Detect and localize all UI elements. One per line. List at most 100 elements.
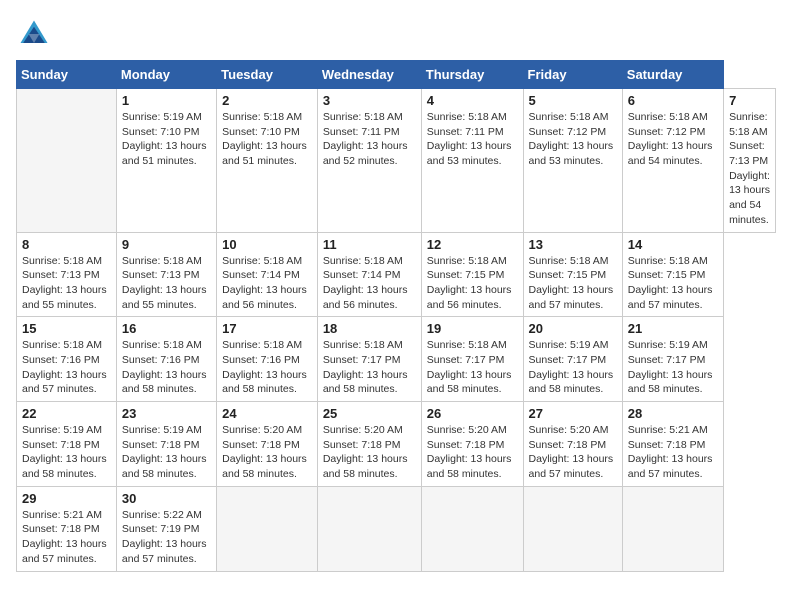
day-info: Sunrise: 5:19 AMSunset: 7:17 PMDaylight:…: [529, 338, 617, 397]
day-number: 27: [529, 406, 617, 421]
day-number: 13: [529, 237, 617, 252]
calendar-cell: 21 Sunrise: 5:19 AMSunset: 7:17 PMDayligh…: [622, 317, 723, 402]
day-number: 15: [22, 321, 111, 336]
day-info: Sunrise: 5:19 AMSunset: 7:10 PMDaylight:…: [122, 110, 211, 169]
day-number: 30: [122, 491, 211, 506]
calendar-cell: 17Sunrise: 5:18 AMSunset: 7:16 PMDayligh…: [217, 317, 318, 402]
day-number: 10: [222, 237, 312, 252]
day-number: 18: [323, 321, 416, 336]
calendar-table: SundayMondayTuesdayWednesdayThursdayFrid…: [16, 60, 776, 572]
day-of-week-header: Monday: [116, 61, 216, 89]
day-number: 20: [529, 321, 617, 336]
day-info: Sunrise: 5:19 AMSunset: 7:18 PMDaylight:…: [122, 423, 211, 482]
day-number: 17: [222, 321, 312, 336]
calendar-cell: [17, 89, 117, 233]
calendar-cell: [317, 486, 421, 571]
calendar-cell: 28 Sunrise: 5:21 AMSunset: 7:18 PMDayligh…: [622, 402, 723, 487]
day-info: Sunrise: 5:20 AMSunset: 7:18 PMDaylight:…: [323, 423, 416, 482]
day-number: 4: [427, 93, 518, 108]
day-number: 28: [628, 406, 718, 421]
calendar-cell: 8 Sunrise: 5:18 AMSunset: 7:13 PMDaylight…: [17, 232, 117, 317]
calendar-cell: 24Sunrise: 5:20 AMSunset: 7:18 PMDayligh…: [217, 402, 318, 487]
day-number: 7: [729, 93, 770, 108]
day-info: Sunrise: 5:18 AMSunset: 7:16 PMDaylight:…: [22, 338, 111, 397]
day-number: 19: [427, 321, 518, 336]
calendar-cell: 4 Sunrise: 5:18 AMSunset: 7:11 PMDaylight…: [421, 89, 523, 233]
day-info: Sunrise: 5:18 AMSunset: 7:11 PMDaylight:…: [427, 110, 518, 169]
day-number: 23: [122, 406, 211, 421]
calendar-cell: [523, 486, 622, 571]
day-info: Sunrise: 5:18 AMSunset: 7:13 PMDaylight:…: [122, 254, 211, 313]
calendar-cell: 9Sunrise: 5:18 AMSunset: 7:13 PMDaylight…: [116, 232, 216, 317]
calendar-cell: 19 Sunrise: 5:18 AMSunset: 7:17 PMDayligh…: [421, 317, 523, 402]
day-number: 12: [427, 237, 518, 252]
day-of-week-header: Saturday: [622, 61, 723, 89]
day-number: 2: [222, 93, 312, 108]
logo: [16, 16, 58, 52]
calendar-cell: [421, 486, 523, 571]
day-info: Sunrise: 5:21 AMSunset: 7:18 PMDaylight:…: [628, 423, 718, 482]
day-info: Sunrise: 5:19 AMSunset: 7:17 PMDaylight:…: [628, 338, 718, 397]
calendar-cell: 3 Sunrise: 5:18 AMSunset: 7:11 PMDaylight…: [317, 89, 421, 233]
day-of-week-header: Friday: [523, 61, 622, 89]
day-number: 29: [22, 491, 111, 506]
calendar-cell: 15 Sunrise: 5:18 AMSunset: 7:16 PMDayligh…: [17, 317, 117, 402]
calendar-cell: 2 Sunrise: 5:18 AMSunset: 7:10 PMDaylight…: [217, 89, 318, 233]
day-of-week-header: Sunday: [17, 61, 117, 89]
calendar-week-row: 29Sunrise: 5:21 AMSunset: 7:18 PMDayligh…: [17, 486, 776, 571]
calendar-cell: 18Sunrise: 5:18 AMSunset: 7:17 PMDayligh…: [317, 317, 421, 402]
day-info: Sunrise: 5:18 AMSunset: 7:12 PMDaylight:…: [529, 110, 617, 169]
day-number: 8: [22, 237, 111, 252]
calendar-cell: 30 Sunrise: 5:22 AMSunset: 7:19 PMDayligh…: [116, 486, 216, 571]
day-info: Sunrise: 5:20 AMSunset: 7:18 PMDaylight:…: [427, 423, 518, 482]
day-info: Sunrise: 5:18 AMSunset: 7:14 PMDaylight:…: [222, 254, 312, 313]
day-number: 11: [323, 237, 416, 252]
day-info: Sunrise: 5:18 AMSunset: 7:15 PMDaylight:…: [427, 254, 518, 313]
calendar-week-row: 22 Sunrise: 5:19 AMSunset: 7:18 PMDayligh…: [17, 402, 776, 487]
calendar-cell: 16Sunrise: 5:18 AMSunset: 7:16 PMDayligh…: [116, 317, 216, 402]
calendar-week-row: 15 Sunrise: 5:18 AMSunset: 7:16 PMDayligh…: [17, 317, 776, 402]
day-of-week-header: Thursday: [421, 61, 523, 89]
calendar-cell: 20 Sunrise: 5:19 AMSunset: 7:17 PMDayligh…: [523, 317, 622, 402]
day-info: Sunrise: 5:18 AMSunset: 7:10 PMDaylight:…: [222, 110, 312, 169]
day-info: Sunrise: 5:19 AMSunset: 7:18 PMDaylight:…: [22, 423, 111, 482]
logo-icon: [16, 16, 52, 52]
day-number: 16: [122, 321, 211, 336]
calendar-cell: 12 Sunrise: 5:18 AMSunset: 7:15 PMDayligh…: [421, 232, 523, 317]
day-number: 5: [529, 93, 617, 108]
day-info: Sunrise: 5:18 AMSunset: 7:15 PMDaylight:…: [628, 254, 718, 313]
day-of-week-header: Tuesday: [217, 61, 318, 89]
calendar-cell: 29Sunrise: 5:21 AMSunset: 7:18 PMDayligh…: [17, 486, 117, 571]
day-number: 26: [427, 406, 518, 421]
day-number: 25: [323, 406, 416, 421]
day-number: 14: [628, 237, 718, 252]
day-number: 21: [628, 321, 718, 336]
day-info: Sunrise: 5:18 AMSunset: 7:13 PMDaylight:…: [22, 254, 111, 313]
calendar-cell: 13 Sunrise: 5:18 AMSunset: 7:15 PMDayligh…: [523, 232, 622, 317]
day-number: 3: [323, 93, 416, 108]
calendar-week-row: 8 Sunrise: 5:18 AMSunset: 7:13 PMDaylight…: [17, 232, 776, 317]
calendar-cell: 1Sunrise: 5:19 AMSunset: 7:10 PMDaylight…: [116, 89, 216, 233]
calendar-week-row: 1Sunrise: 5:19 AMSunset: 7:10 PMDaylight…: [17, 89, 776, 233]
calendar-header: SundayMondayTuesdayWednesdayThursdayFrid…: [17, 61, 776, 89]
calendar-cell: 14 Sunrise: 5:18 AMSunset: 7:15 PMDayligh…: [622, 232, 723, 317]
day-number: 6: [628, 93, 718, 108]
calendar-cell: 5 Sunrise: 5:18 AMSunset: 7:12 PMDaylight…: [523, 89, 622, 233]
calendar-cell: [217, 486, 318, 571]
day-info: Sunrise: 5:18 AMSunset: 7:14 PMDaylight:…: [323, 254, 416, 313]
day-info: Sunrise: 5:18 AMSunset: 7:17 PMDaylight:…: [427, 338, 518, 397]
calendar-cell: 10 Sunrise: 5:18 AMSunset: 7:14 PMDayligh…: [217, 232, 318, 317]
day-number: 22: [22, 406, 111, 421]
calendar-cell: 11 Sunrise: 5:18 AMSunset: 7:14 PMDayligh…: [317, 232, 421, 317]
calendar-cell: 27 Sunrise: 5:20 AMSunset: 7:18 PMDayligh…: [523, 402, 622, 487]
day-info: Sunrise: 5:18 AMSunset: 7:11 PMDaylight:…: [323, 110, 416, 169]
calendar-cell: 22 Sunrise: 5:19 AMSunset: 7:18 PMDayligh…: [17, 402, 117, 487]
day-info: Sunrise: 5:22 AMSunset: 7:19 PMDaylight:…: [122, 508, 211, 567]
day-of-week-header: Wednesday: [317, 61, 421, 89]
day-info: Sunrise: 5:18 AMSunset: 7:13 PMDaylight:…: [729, 110, 770, 228]
page-header: [16, 16, 776, 52]
day-info: Sunrise: 5:18 AMSunset: 7:15 PMDaylight:…: [529, 254, 617, 313]
calendar-cell: 7 Sunrise: 5:18 AMSunset: 7:13 PMDaylight…: [724, 89, 776, 233]
day-number: 24: [222, 406, 312, 421]
day-info: Sunrise: 5:20 AMSunset: 7:18 PMDaylight:…: [529, 423, 617, 482]
